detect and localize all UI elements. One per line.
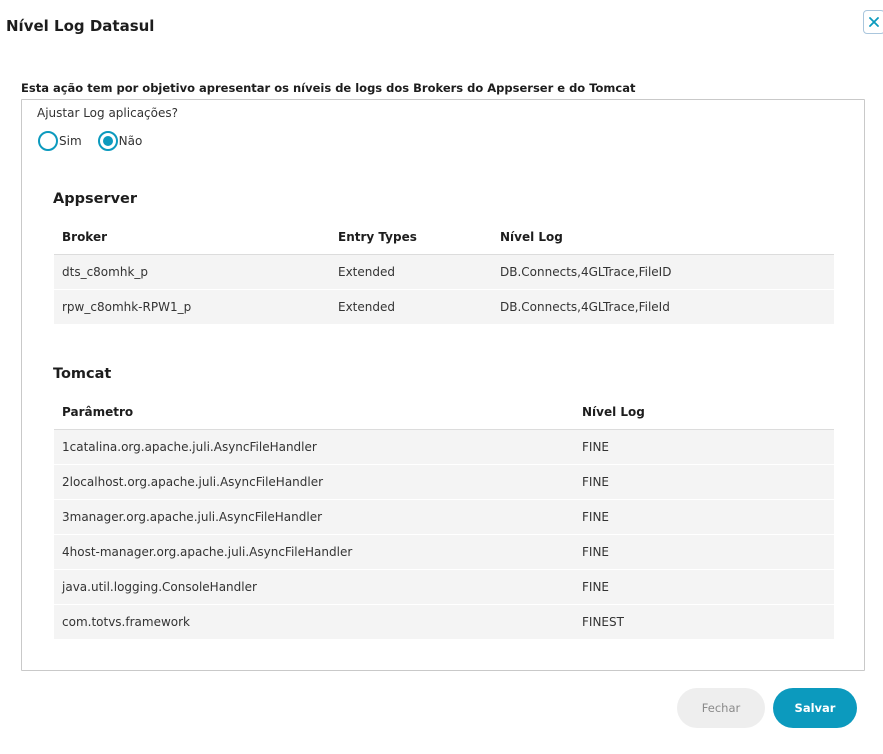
appserver-table: Broker Entry Types Nível Log dts_c8omhk_… — [54, 220, 834, 325]
cell-nivel-log: FINE — [582, 475, 609, 489]
table-row[interactable]: 4host-manager.org.apache.juli.AsyncFileH… — [54, 535, 834, 570]
radio-nao[interactable]: Não — [97, 131, 143, 151]
adjust-log-radio-group: Sim Não — [38, 131, 158, 151]
cell-parametro: java.util.logging.ConsoleHandler — [62, 580, 257, 594]
tomcat-table: Parâmetro Nível Log 1catalina.org.apache… — [54, 395, 834, 640]
table-row[interactable]: com.totvs.framework FINEST — [54, 605, 834, 640]
appserver-section-title: Appserver — [53, 191, 138, 207]
tomcat-section-title: Tomcat — [53, 366, 112, 382]
cell-nivel-log: DB.Connects,4GLTrace,FileID — [500, 265, 672, 279]
radio-sim[interactable]: Sim — [38, 131, 82, 151]
column-header-nivel-log: Nível Log — [582, 405, 645, 419]
table-row[interactable]: rpw_c8omhk-RPW1_p Extended DB.Connects,4… — [54, 290, 834, 325]
description-text: Esta ação tem por objetivo apresentar os… — [21, 81, 636, 95]
column-header-entry-types: Entry Types — [338, 230, 417, 244]
cell-broker: dts_c8omhk_p — [62, 265, 149, 279]
cell-nivel-log: FINEST — [582, 615, 624, 629]
radio-nao-circle[interactable] — [97, 131, 118, 151]
cell-parametro: 2localhost.org.apache.juli.AsyncFileHand… — [62, 475, 324, 489]
table-row[interactable]: dts_c8omhk_p Extended DB.Connects,4GLTra… — [54, 255, 834, 290]
content-panel: Ajustar Log aplicações? Sim Não Appserve… — [21, 99, 865, 671]
cell-nivel-log: FINE — [582, 510, 609, 524]
cell-nivel-log: FINE — [582, 545, 609, 559]
cell-parametro: 1catalina.org.apache.juli.AsyncFileHandl… — [62, 440, 317, 454]
cell-broker: rpw_c8omhk-RPW1_p — [62, 300, 192, 314]
tomcat-table-header: Parâmetro Nível Log — [54, 395, 834, 430]
column-header-nivel-log: Nível Log — [500, 230, 563, 244]
modal-title: Nível Log Datasul — [6, 17, 155, 35]
radio-nao-label: Não — [118, 134, 143, 148]
salvar-button[interactable]: Salvar — [773, 688, 857, 728]
appserver-table-header: Broker Entry Types Nível Log — [54, 220, 834, 255]
table-row[interactable]: 3manager.org.apache.juli.AsyncFileHandle… — [54, 500, 834, 535]
table-row[interactable]: java.util.logging.ConsoleHandler FINE — [54, 570, 834, 605]
cell-entry-types: Extended — [338, 300, 395, 314]
cell-entry-types: Extended — [338, 265, 395, 279]
cell-nivel-log: FINE — [582, 440, 609, 454]
adjust-log-question: Ajustar Log aplicações? — [37, 106, 178, 120]
table-row[interactable]: 2localhost.org.apache.juli.AsyncFileHand… — [54, 465, 834, 500]
cell-nivel-log: DB.Connects,4GLTrace,FileId — [500, 300, 670, 314]
cell-parametro: 3manager.org.apache.juli.AsyncFileHandle… — [62, 510, 323, 524]
close-button[interactable] — [863, 10, 883, 34]
column-header-broker: Broker — [62, 230, 108, 244]
cell-parametro: 4host-manager.org.apache.juli.AsyncFileH… — [62, 545, 353, 559]
close-icon — [869, 17, 879, 27]
radio-sim-label: Sim — [59, 134, 82, 148]
column-header-parametro: Parâmetro — [62, 405, 134, 419]
radio-sim-circle[interactable] — [38, 131, 58, 151]
table-row[interactable]: 1catalina.org.apache.juli.AsyncFileHandl… — [54, 430, 834, 465]
fechar-button[interactable]: Fechar — [677, 688, 765, 728]
cell-parametro: com.totvs.framework — [62, 615, 190, 629]
cell-nivel-log: FINE — [582, 580, 609, 594]
